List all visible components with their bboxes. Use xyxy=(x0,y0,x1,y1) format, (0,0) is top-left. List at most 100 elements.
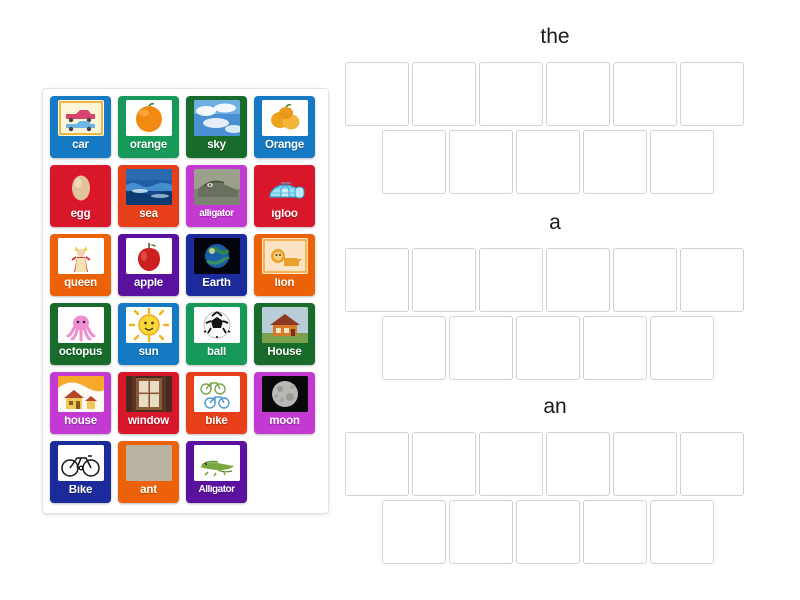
tile-queen-8[interactable]: queen xyxy=(50,234,111,296)
tile-label: lion xyxy=(274,278,295,289)
tile-label: moon xyxy=(269,416,300,427)
activity-stage: car orange sky Orange egg sea alligator igloo qu… xyxy=(0,0,800,600)
queen-illustration-icon xyxy=(57,238,104,274)
slot-row-an-top xyxy=(345,432,765,496)
drop-slot[interactable] xyxy=(382,500,446,564)
tile-lion-11[interactable]: lion xyxy=(254,234,315,296)
slot-row-a-bottom xyxy=(382,316,765,380)
tile-label: House xyxy=(267,347,302,358)
drop-group-a: a xyxy=(345,212,765,380)
drop-slot[interactable] xyxy=(345,432,409,496)
drop-slot[interactable] xyxy=(479,248,543,312)
ant-photo-icon xyxy=(125,445,172,481)
tile-label: sun xyxy=(138,347,159,358)
house-illustration-icon xyxy=(57,376,104,412)
tile-orange-3[interactable]: Orange xyxy=(254,96,315,158)
car-illustration-icon xyxy=(57,100,104,136)
tile-label: Earth xyxy=(202,278,231,289)
tile-label: octopus xyxy=(58,347,103,358)
tile-octopus-12[interactable]: octopus xyxy=(50,303,111,365)
drop-slot[interactable] xyxy=(650,500,714,564)
tile-ant-21[interactable]: ant xyxy=(118,441,179,503)
alligator-illustration-icon xyxy=(193,445,240,481)
drop-slot[interactable] xyxy=(613,432,677,496)
drop-slot[interactable] xyxy=(479,62,543,126)
drop-slot[interactable] xyxy=(516,500,580,564)
tile-label: car xyxy=(72,140,89,151)
soccer-ball-photo-icon xyxy=(193,307,240,343)
tile-label: apple xyxy=(133,278,164,289)
house-photo-icon xyxy=(261,307,308,343)
tile-label: queen xyxy=(64,278,97,289)
drop-slot[interactable] xyxy=(613,62,677,126)
oranges-illustration-icon xyxy=(261,100,308,136)
drop-slot[interactable] xyxy=(613,248,677,312)
tile-earth-10[interactable]: Earth xyxy=(186,234,247,296)
tile-sun-13[interactable]: sun xyxy=(118,303,179,365)
tile-ball-14[interactable]: ball xyxy=(186,303,247,365)
octopus-illustration-icon xyxy=(57,307,104,343)
drop-slot[interactable] xyxy=(345,62,409,126)
drop-slot[interactable] xyxy=(546,432,610,496)
tile-house-15[interactable]: House xyxy=(254,303,315,365)
tile-label: sky xyxy=(207,140,226,151)
drop-slot[interactable] xyxy=(412,432,476,496)
tile-apple-9[interactable]: apple xyxy=(118,234,179,296)
drop-slot[interactable] xyxy=(583,316,647,380)
drop-slot[interactable] xyxy=(516,130,580,194)
tile-moon-19[interactable]: moon xyxy=(254,372,315,434)
tile-alligator-22[interactable]: Alligator xyxy=(186,441,247,503)
lion-illustration-icon xyxy=(261,238,308,274)
drop-slot[interactable] xyxy=(449,130,513,194)
tile-bike-20[interactable]: Bike xyxy=(50,441,111,503)
drop-slot[interactable] xyxy=(650,130,714,194)
drop-slot[interactable] xyxy=(516,316,580,380)
drop-slot[interactable] xyxy=(412,248,476,312)
tile-bike-18[interactable]: bike xyxy=(186,372,247,434)
slot-row-the-top xyxy=(345,62,765,126)
sky-clouds-photo-icon xyxy=(193,100,240,136)
drop-slot[interactable] xyxy=(449,500,513,564)
drop-slot[interactable] xyxy=(449,316,513,380)
tile-label: Bike xyxy=(68,485,93,496)
tile-house-16[interactable]: house xyxy=(50,372,111,434)
drop-slot[interactable] xyxy=(546,62,610,126)
tile-window-17[interactable]: window xyxy=(118,372,179,434)
drop-slot[interactable] xyxy=(382,316,446,380)
tile-label: ball xyxy=(206,347,226,358)
group-title-an: an xyxy=(543,395,567,418)
tile-label: alligator xyxy=(199,209,234,219)
drop-slot[interactable] xyxy=(546,248,610,312)
tile-sea-5[interactable]: sea xyxy=(118,165,179,227)
tile-grid: car orange sky Orange egg sea alligator igloo qu… xyxy=(50,96,322,503)
drop-slot[interactable] xyxy=(650,316,714,380)
tile-label: Orange xyxy=(264,140,305,151)
tile-label: egg xyxy=(70,209,91,220)
drop-slot[interactable] xyxy=(479,432,543,496)
drop-slot[interactable] xyxy=(345,248,409,312)
tile-alligator-6[interactable]: alligator xyxy=(186,165,247,227)
drop-slot[interactable] xyxy=(680,62,744,126)
tile-label: orange xyxy=(129,140,168,151)
drop-slot[interactable] xyxy=(680,432,744,496)
tile-igloo-7[interactable]: igloo xyxy=(254,165,315,227)
drop-slot[interactable] xyxy=(583,500,647,564)
drop-slot[interactable] xyxy=(583,130,647,194)
tile-car-0[interactable]: car xyxy=(50,96,111,158)
slot-row-the-bottom xyxy=(382,130,765,194)
tile-label: igloo xyxy=(271,209,298,220)
tile-label: sea xyxy=(139,209,158,220)
drop-slot[interactable] xyxy=(412,62,476,126)
orange-fruit-photo-icon xyxy=(125,100,172,136)
drop-slot[interactable] xyxy=(680,248,744,312)
drop-slot[interactable] xyxy=(382,130,446,194)
tile-label: house xyxy=(64,416,97,427)
group-title-a: a xyxy=(549,211,561,234)
sun-illustration-icon xyxy=(125,307,172,343)
tile-orange-1[interactable]: orange xyxy=(118,96,179,158)
moon-photo-icon xyxy=(261,376,308,412)
tile-egg-4[interactable]: egg xyxy=(50,165,111,227)
igloo-illustration-icon xyxy=(261,169,308,205)
apple-photo-icon xyxy=(125,238,172,274)
tile-sky-2[interactable]: sky xyxy=(186,96,247,158)
